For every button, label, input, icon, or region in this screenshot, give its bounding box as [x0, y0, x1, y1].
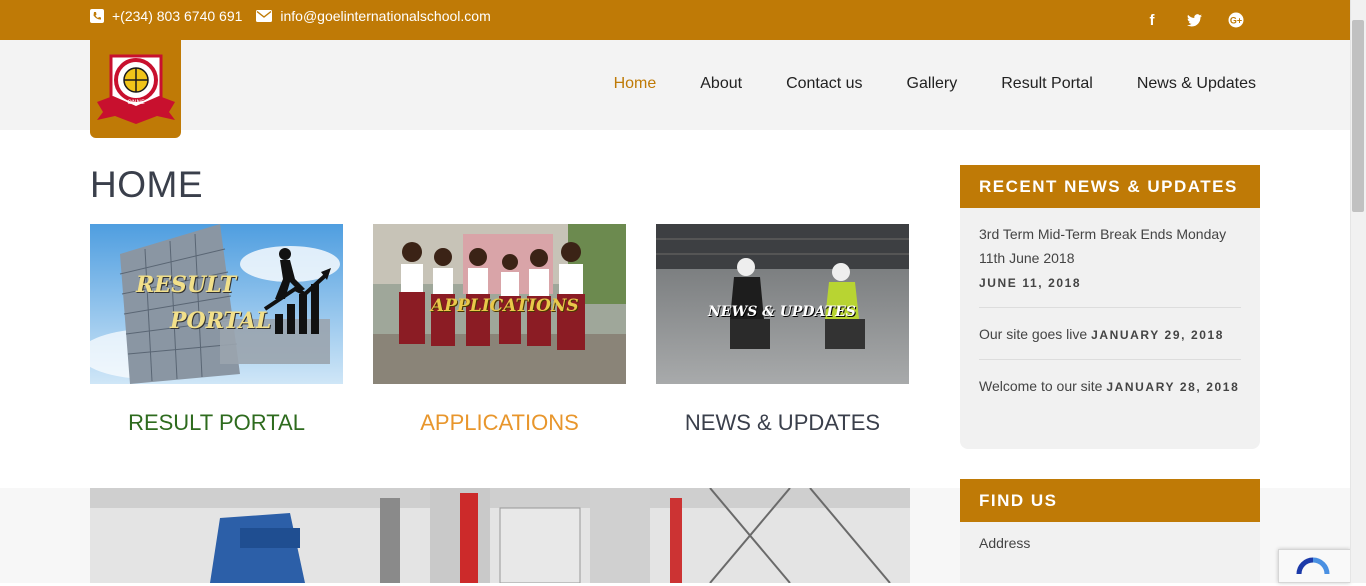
twitter-icon[interactable]	[1184, 10, 1204, 30]
page-title: HOME	[90, 164, 203, 205]
news-updates-text-overlay: NEWS & UPDATES	[708, 304, 856, 320]
recent-news-heading: RECENT NEWS & UPDATES	[960, 165, 1260, 208]
nav-news-updates[interactable]: News & Updates	[1137, 75, 1256, 93]
news-item-title[interactable]: Our site goes live	[979, 326, 1087, 342]
nav-gallery[interactable]: Gallery	[907, 75, 958, 93]
portal-text-overlay: PORTAL	[170, 308, 272, 334]
industrial-scene-image	[90, 488, 910, 583]
find-us-heading: FIND US	[960, 479, 1260, 522]
phone-icon	[90, 9, 104, 23]
phone-number: +(234) 803 6740 691	[112, 8, 243, 24]
main-nav: Home About Contact us Gallery Result Por…	[614, 75, 1256, 93]
google-plus-icon[interactable]: G+	[1226, 10, 1246, 30]
svg-text:G+: G+	[1230, 16, 1242, 26]
applications-tile[interactable]: APPLICATIONS	[373, 224, 626, 384]
address-label: Address	[979, 535, 1031, 551]
phone-contact[interactable]: +(234) 803 6740 691	[90, 8, 242, 24]
news-item: Welcome to our site JANUARY 28, 2018	[979, 360, 1241, 411]
envelope-icon	[256, 10, 273, 22]
scrollbar-thumb[interactable]	[1352, 20, 1364, 212]
news-item-title[interactable]: 3rd Term Mid-Term Break Ends Monday 11th…	[979, 226, 1226, 266]
result-portal-caption[interactable]: RESULT PORTAL	[90, 410, 343, 436]
applications-caption[interactable]: APPLICATIONS	[373, 410, 626, 436]
news-item: 3rd Term Mid-Term Break Ends Monday 11th…	[979, 208, 1241, 308]
school-logo[interactable]: ONNE	[90, 40, 181, 138]
news-updates-caption[interactable]: NEWS & UPDATES	[656, 410, 909, 436]
email-contact[interactable]: info@goelinternationalschool.com	[256, 8, 491, 24]
hero-image	[90, 488, 910, 583]
nav-result-portal[interactable]: Result Portal	[1001, 75, 1093, 93]
news-item-title[interactable]: Welcome to our site	[979, 378, 1102, 394]
nav-about[interactable]: About	[700, 75, 742, 93]
nav-home[interactable]: Home	[614, 75, 657, 93]
school-crest-icon: ONNE	[96, 54, 175, 124]
facebook-icon[interactable]: f	[1142, 10, 1162, 30]
find-us-widget: FIND US Address	[960, 479, 1260, 583]
news-item: Our site goes live JANUARY 29, 2018	[979, 308, 1241, 360]
result-text-overlay: RESULT	[136, 272, 237, 298]
top-contact-bar: +(234) 803 6740 691 info@goelinternation…	[0, 0, 1350, 40]
email-address: info@goelinternationalschool.com	[280, 8, 491, 24]
nav-contact-us[interactable]: Contact us	[786, 75, 862, 93]
applications-text-overlay: APPLICATIONS	[431, 296, 579, 316]
recaptcha-icon	[1296, 557, 1330, 575]
news-item-date: JANUARY 28, 2018	[1106, 380, 1240, 394]
result-portal-image	[90, 224, 343, 384]
news-updates-tile[interactable]: NEWS & UPDATES	[656, 224, 909, 384]
news-item-date: JANUARY 29, 2018	[1091, 328, 1225, 342]
news-item-date: JUNE 11, 2018	[979, 276, 1082, 290]
recent-news-widget: RECENT NEWS & UPDATES 3rd Term Mid-Term …	[960, 165, 1260, 449]
result-portal-tile[interactable]: RESULT PORTAL	[90, 224, 343, 384]
svg-text:ONNE: ONNE	[127, 99, 145, 106]
recaptcha-badge[interactable]	[1278, 549, 1350, 583]
